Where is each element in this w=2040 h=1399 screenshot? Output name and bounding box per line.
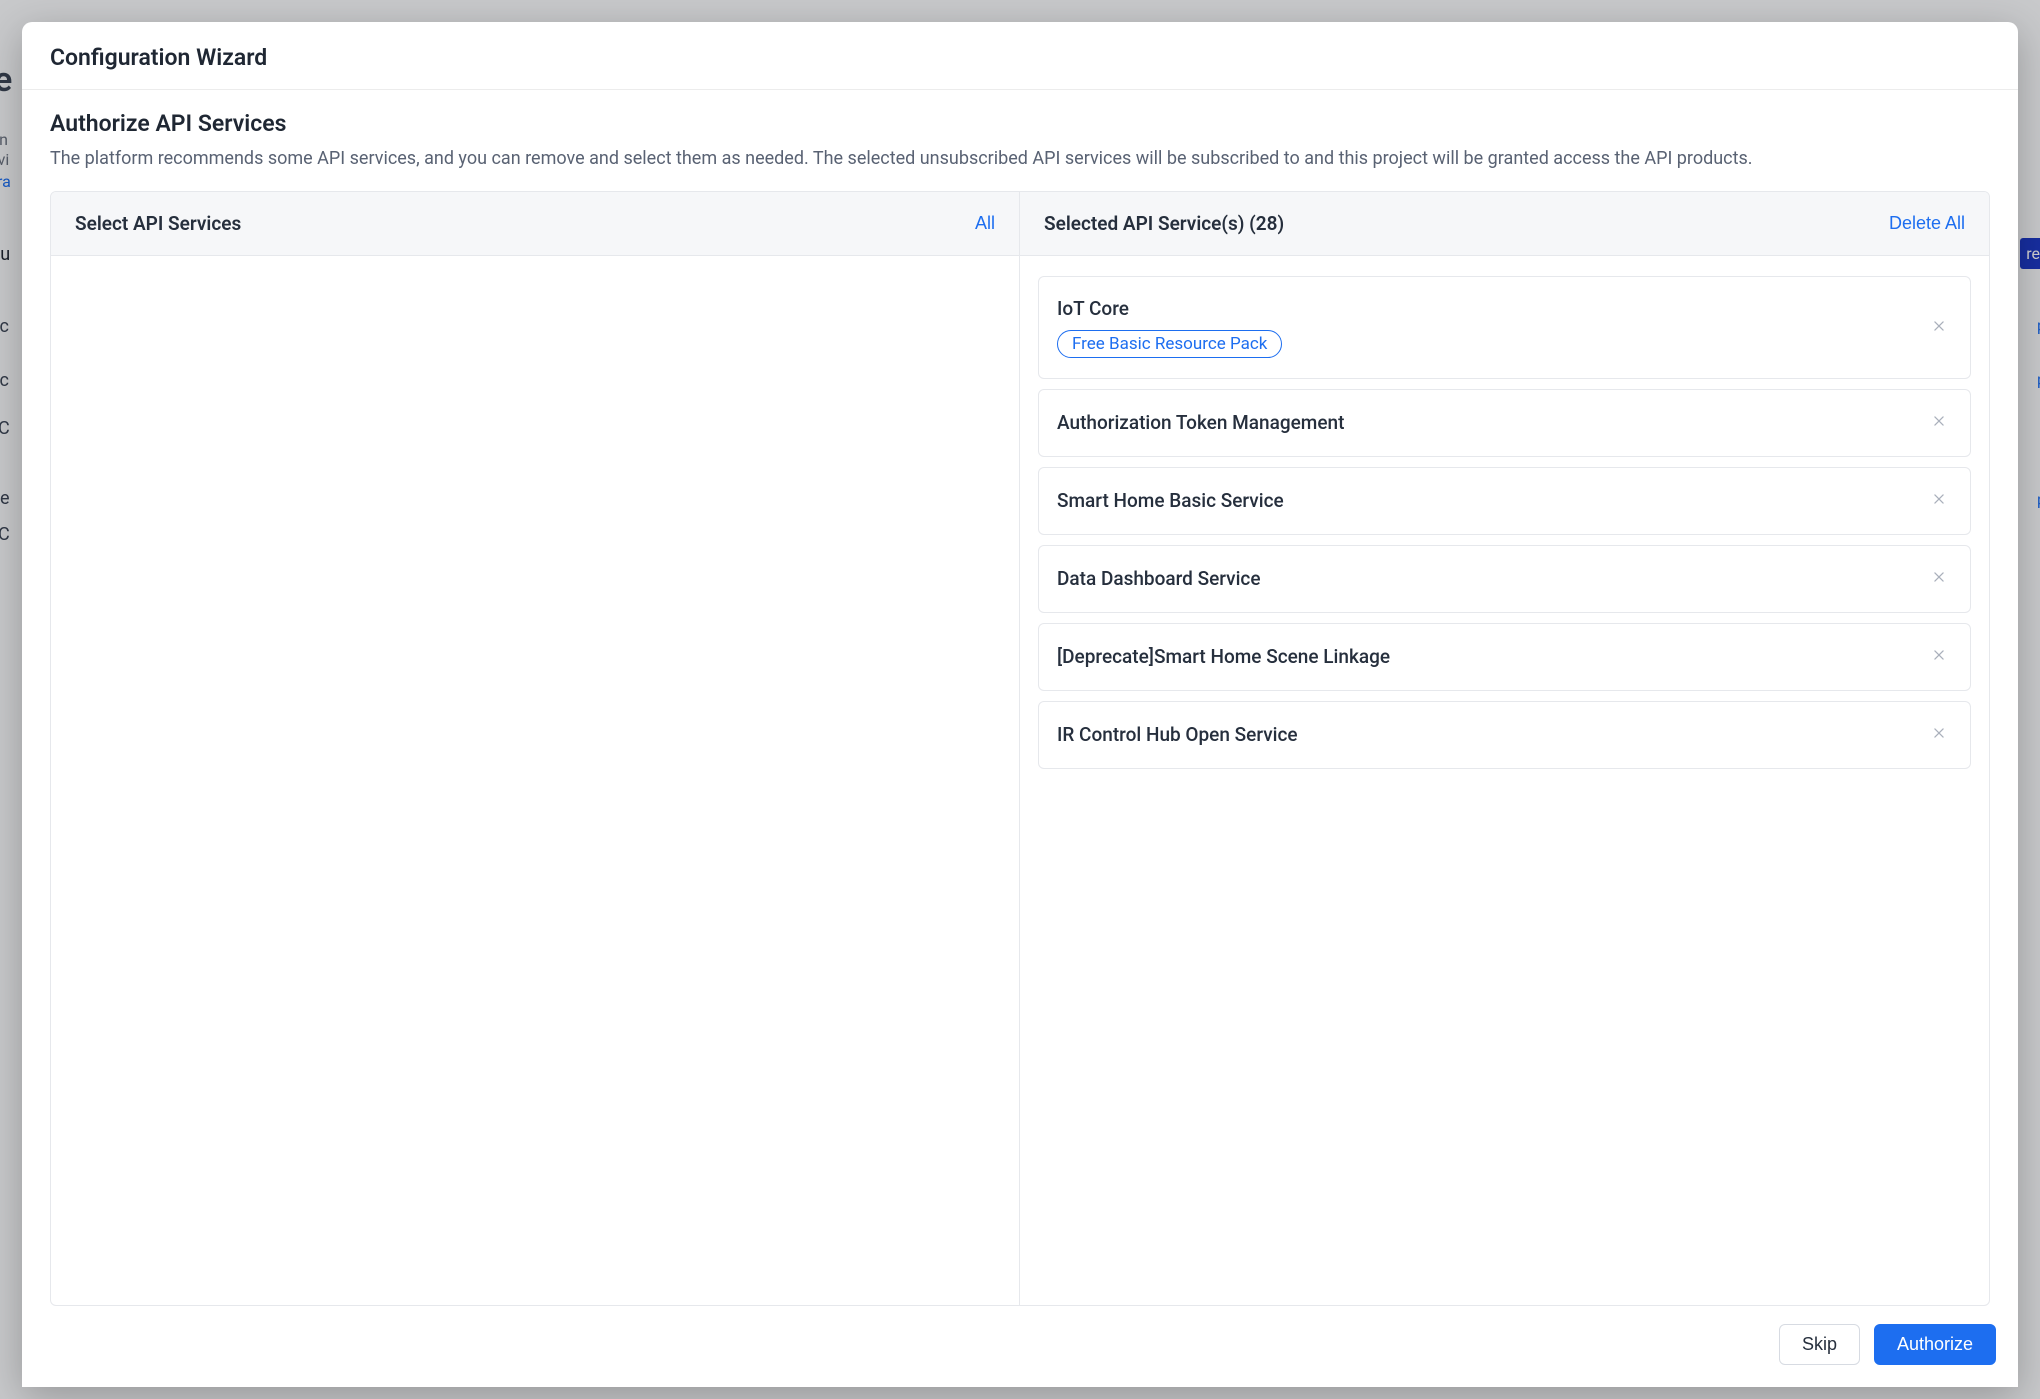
service-main: IoT Core Free Basic Resource Pack <box>1057 297 1282 358</box>
remove-service-button[interactable] <box>1926 644 1952 670</box>
selected-service-item: Data Dashboard Service <box>1038 545 1971 613</box>
selected-service-item: IR Control Hub Open Service <box>1038 701 1971 769</box>
selected-services-pane: Selected API Service(s) (28) Delete All … <box>1020 192 1989 1305</box>
remove-service-button[interactable] <box>1926 722 1952 748</box>
selected-service-item: [Deprecate]Smart Home Scene Linkage <box>1038 623 1971 691</box>
service-badge: Free Basic Resource Pack <box>1057 330 1282 358</box>
service-main: Data Dashboard Service <box>1057 567 1261 590</box>
selected-service-item: IoT Core Free Basic Resource Pack <box>1038 276 1971 379</box>
service-name: Authorization Token Management <box>1057 411 1344 434</box>
service-main: [Deprecate]Smart Home Scene Linkage <box>1057 645 1390 668</box>
close-icon <box>1932 570 1946 587</box>
available-pane-header: Select API Services All <box>51 192 1019 256</box>
close-icon <box>1932 414 1946 431</box>
close-icon <box>1932 726 1946 743</box>
close-icon <box>1932 319 1946 336</box>
selected-pane-body[interactable]: IoT Core Free Basic Resource Pack Authoriz… <box>1020 256 1989 1305</box>
service-main: Authorization Token Management <box>1057 411 1344 434</box>
select-all-button[interactable]: All <box>975 213 995 234</box>
available-pane-body[interactable] <box>51 256 1019 1305</box>
remove-service-button[interactable] <box>1926 488 1952 514</box>
service-name: IR Control Hub Open Service <box>1057 723 1298 746</box>
configuration-wizard-modal: Configuration Wizard Authorize API Servi… <box>22 22 2018 1387</box>
selected-service-item: Smart Home Basic Service <box>1038 467 1971 535</box>
available-services-pane: Select API Services All <box>51 192 1020 1305</box>
modal-body: Authorize API Services The platform reco… <box>22 90 2018 1306</box>
available-pane-title: Select API Services <box>75 212 241 235</box>
selected-service-item: Authorization Token Management <box>1038 389 1971 457</box>
service-name: [Deprecate]Smart Home Scene Linkage <box>1057 645 1390 668</box>
selected-pane-title: Selected API Service(s) (28) <box>1044 212 1284 235</box>
remove-service-button[interactable] <box>1926 566 1952 592</box>
authorize-button[interactable]: Authorize <box>1874 1324 1996 1365</box>
service-name: IoT Core <box>1057 297 1282 320</box>
service-main: Smart Home Basic Service <box>1057 489 1284 512</box>
modal-footer: Skip Authorize <box>22 1306 2018 1387</box>
remove-service-button[interactable] <box>1926 314 1952 340</box>
close-icon <box>1932 648 1946 665</box>
close-icon <box>1932 492 1946 509</box>
section-title: Authorize API Services <box>50 110 1990 137</box>
service-name: Data Dashboard Service <box>1057 567 1261 590</box>
remove-service-button[interactable] <box>1926 410 1952 436</box>
delete-all-button[interactable]: Delete All <box>1889 213 1965 234</box>
service-main: IR Control Hub Open Service <box>1057 723 1298 746</box>
modal-title: Configuration Wizard <box>50 44 1990 71</box>
modal-header: Configuration Wizard <box>22 22 2018 90</box>
selected-pane-header: Selected API Service(s) (28) Delete All <box>1020 192 1989 256</box>
section-description: The platform recommends some API service… <box>50 145 1990 173</box>
service-name: Smart Home Basic Service <box>1057 489 1284 512</box>
api-services-dual-pane: Select API Services All Selected API Ser… <box>50 191 1990 1306</box>
skip-button[interactable]: Skip <box>1779 1324 1860 1365</box>
